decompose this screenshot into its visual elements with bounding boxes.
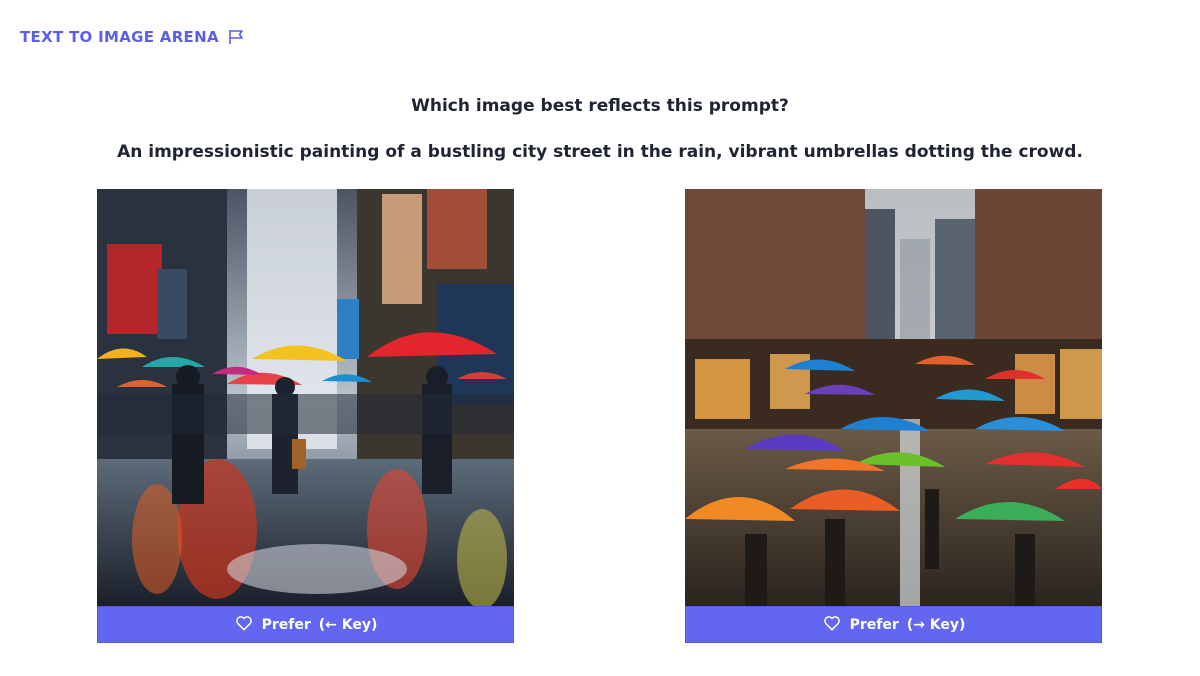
arena-title: TEXT TO IMAGE ARENA [20, 28, 219, 46]
prefer-label: Prefer [261, 616, 311, 633]
option-left: Prefer (← Key) [97, 189, 514, 643]
heart-icon [234, 613, 254, 637]
prefer-label: Prefer [849, 616, 899, 633]
heart-icon [822, 613, 842, 637]
question-heading: Which image best reflects this prompt? [411, 96, 789, 116]
prompt-text: An impressionistic painting of a bustlin… [117, 142, 1083, 162]
header: TEXT TO IMAGE ARENA [20, 28, 245, 46]
flag-icon[interactable] [227, 28, 245, 46]
key-hint: (← Key) [318, 616, 378, 633]
generated-image-left[interactable] [97, 189, 514, 606]
generated-image-right[interactable] [685, 189, 1102, 606]
prefer-left-button[interactable]: Prefer (← Key) [97, 606, 514, 643]
key-hint: (→ Key) [906, 616, 966, 633]
option-right: Prefer (→ Key) [685, 189, 1102, 643]
prefer-right-button[interactable]: Prefer (→ Key) [685, 606, 1102, 643]
